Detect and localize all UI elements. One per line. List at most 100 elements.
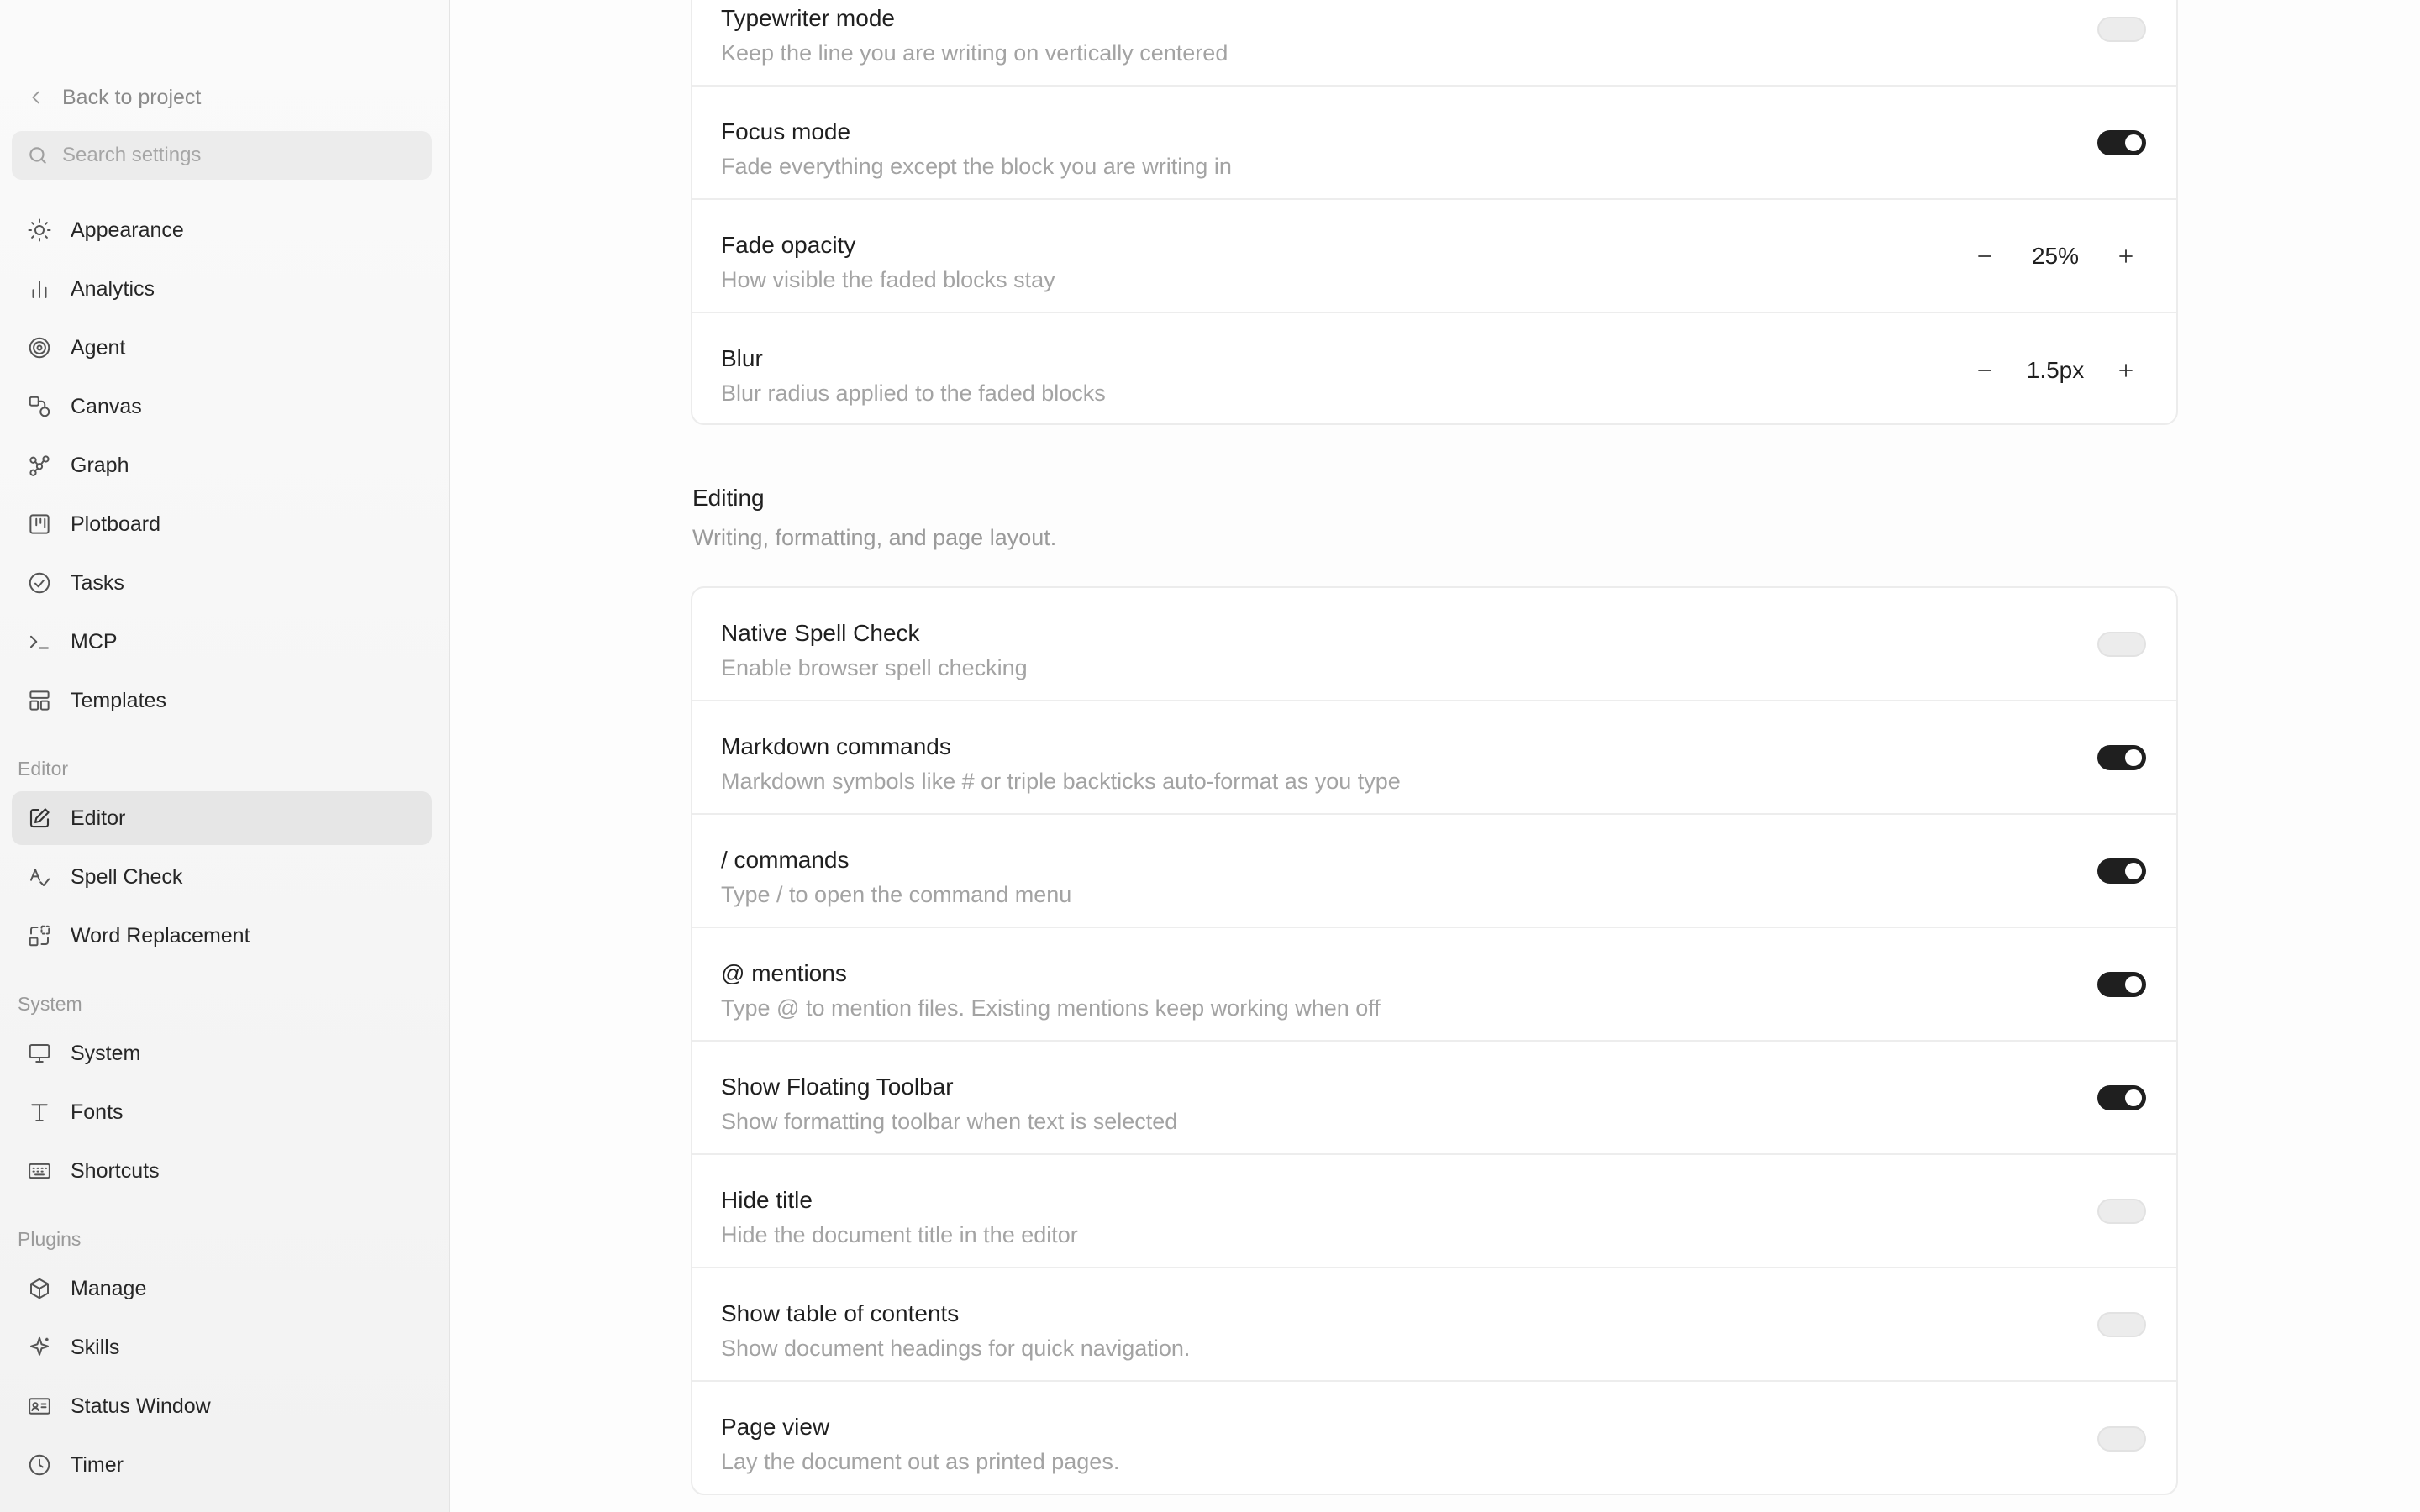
package-icon [30, 1278, 49, 1299]
page-view-toggle[interactable] [2097, 1425, 2146, 1452]
sidebar-item-label: Editor [71, 806, 126, 830]
typewriter-mode-toggle[interactable] [2097, 16, 2146, 42]
sidebar-item-analytics[interactable]: Analytics [12, 262, 432, 316]
setting-row-fade-opacity: Fade opacity How visible the faded block… [692, 200, 2176, 313]
sidebar-item-word-replacement[interactable]: Word Replacement [12, 909, 432, 963]
minus-icon [1978, 369, 1991, 371]
hide-title-toggle[interactable] [2097, 1198, 2146, 1224]
setting-title: Fade opacity [721, 232, 856, 258]
mentions-toggle[interactable] [2097, 971, 2146, 997]
section-label-system: System [18, 993, 82, 1015]
sidebar-item-agent[interactable]: Agent [12, 321, 432, 375]
setting-title: Typewriter mode [721, 5, 895, 31]
back-label: Back to project [62, 85, 202, 109]
sidebar-item-tasks[interactable]: Tasks [12, 556, 432, 610]
setting-title: Blur [721, 345, 763, 371]
table-of-contents-toggle[interactable] [2097, 1311, 2146, 1337]
sidebar-item-manage[interactable]: Manage [12, 1262, 432, 1315]
back-to-project-link[interactable]: Back to project [27, 81, 201, 114]
search-input[interactable] [60, 143, 417, 168]
sidebar-item-templates[interactable]: Templates [12, 674, 432, 727]
increment-button[interactable] [2106, 350, 2146, 391]
markdown-commands-toggle[interactable] [2097, 744, 2146, 770]
layout-icon [29, 690, 50, 711]
setting-title: Page view [721, 1414, 830, 1440]
setting-description: Show document headings for quick navigat… [721, 1336, 1191, 1361]
sidebar-item-label: Appearance [71, 218, 184, 242]
fade-opacity-value: 25% [2031, 242, 2080, 269]
sidebar-item-label: Manage [71, 1276, 147, 1300]
sidebar-item-fonts[interactable]: Fonts [12, 1085, 432, 1139]
focus-mode-toggle[interactable] [2097, 129, 2146, 155]
section-label-plugins: Plugins [18, 1228, 82, 1250]
sidebar-item-appearance[interactable]: Appearance [12, 203, 432, 257]
sidebar-item-editor[interactable]: Editor [12, 791, 432, 845]
sidebar-item-spell-check[interactable]: Spell Check [12, 850, 432, 904]
setting-title: Focus mode [721, 118, 851, 144]
sidebar-item-label: Canvas [71, 394, 142, 418]
native-spell-check-toggle[interactable] [2097, 631, 2146, 657]
sidebar-item-label: MCP [71, 629, 118, 654]
search-icon [29, 147, 46, 164]
setting-title: Native Spell Check [721, 620, 920, 646]
minus-icon [1978, 255, 1991, 257]
id-card-icon [29, 1398, 50, 1415]
sidebar-item-mcp[interactable]: MCP [12, 615, 432, 669]
board-icon [29, 514, 50, 534]
setting-description: Type / to open the command menu [721, 882, 1072, 907]
fade-opacity-stepper: 25% [1965, 236, 2146, 276]
sidebar-item-system[interactable]: System [12, 1026, 432, 1080]
setting-row-native-spell-check: Native Spell Check Enable browser spell … [692, 588, 2176, 701]
setting-row-page-view: Page view Lay the document out as printe… [692, 1382, 2176, 1494]
spiral-icon [29, 337, 50, 359]
sidebar-item-label: Timer [71, 1452, 124, 1477]
setting-title: Markdown commands [721, 733, 951, 759]
setting-description: Hide the document title in the editor [721, 1222, 1078, 1247]
sidebar-item-skills[interactable]: Skills [12, 1320, 432, 1374]
sidebar-item-canvas[interactable]: Canvas [12, 380, 432, 433]
setting-title: / commands [721, 847, 850, 873]
floating-toolbar-toggle[interactable] [2097, 1084, 2146, 1110]
blur-value: 1.5px [2026, 356, 2085, 383]
setting-description: Markdown symbols like # or triple backti… [721, 769, 1401, 794]
sidebar-item-label: Analytics [71, 276, 155, 301]
sidebar-item-timer[interactable]: Timer [12, 1438, 432, 1492]
section-label-editor: Editor [18, 758, 69, 780]
sidebar-item-label: Tasks [71, 570, 124, 595]
section-title-editing: Editing [692, 485, 765, 511]
bar-chart-icon [32, 281, 47, 298]
increment-button[interactable] [2106, 236, 2146, 276]
sidebar-item-shortcuts[interactable]: Shortcuts [12, 1144, 432, 1198]
sidebar-item-label: System [71, 1041, 141, 1065]
setting-description: Show formatting toolbar when text is sel… [721, 1109, 1178, 1134]
setting-row-slash-commands: / commands Type / to open the command me… [692, 815, 2176, 928]
edit-icon [29, 808, 50, 828]
setting-description: Fade everything except the block you are… [721, 154, 1232, 179]
chevron-left-icon [32, 91, 39, 104]
type-icon [31, 1104, 48, 1121]
slash-commands-toggle[interactable] [2097, 858, 2146, 884]
nav-plugins: Manage Skills Status Window Timer [12, 1262, 432, 1497]
decrement-button[interactable] [1965, 236, 2005, 276]
setting-row-floating-toolbar: Show Floating Toolbar Show formatting to… [692, 1042, 2176, 1155]
sun-icon [28, 218, 51, 242]
setting-row-focus-mode: Focus mode Fade everything except the bl… [692, 87, 2176, 200]
graph-nodes-icon [29, 455, 50, 476]
sidebar-item-plotboard[interactable]: Plotboard [12, 497, 432, 551]
sidebar-item-status-window[interactable]: Status Window [12, 1379, 432, 1433]
setting-title: Show table of contents [721, 1300, 960, 1326]
setting-description: How visible the faded blocks stay [721, 267, 1055, 292]
sidebar-item-graph[interactable]: Graph [12, 438, 432, 492]
sidebar: Back to project Appearance Analytics Age… [0, 0, 449, 1512]
check-circle-icon [29, 572, 50, 594]
keyboard-icon [29, 1163, 50, 1179]
setting-row-table-of-contents: Show table of contents Show document hea… [692, 1268, 2176, 1382]
spell-check-icon [30, 869, 50, 886]
nav-editor: Editor Spell Check Word Replacement [12, 791, 432, 968]
sidebar-item-label: Skills [71, 1335, 120, 1359]
sidebar-item-label: Spell Check [71, 864, 183, 889]
sidebar-item-label: Status Window [71, 1394, 211, 1418]
setting-title: Hide title [721, 1187, 813, 1213]
sidebar-item-label: Templates [71, 688, 166, 712]
decrement-button[interactable] [1965, 350, 2005, 391]
